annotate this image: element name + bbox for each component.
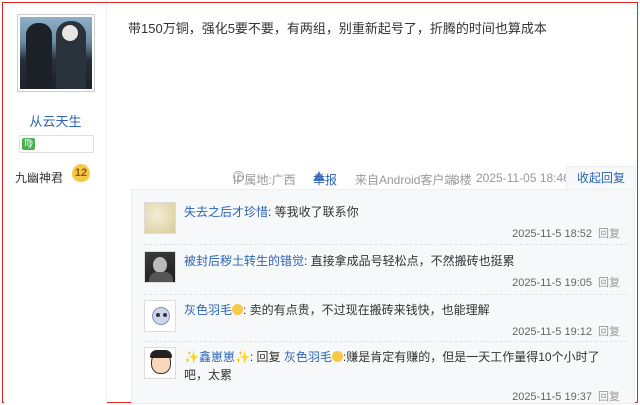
comment-item: 失去之后才珍惜: 等我收了联系你 2025-11-5 18:52 回复 [144, 202, 630, 242]
comment-item: ✨鑫崽崽✨: 回复 灰色羽毛:赚是肯定有赚的，但是一天工作量得10个小时了 吧，… [144, 347, 630, 403]
comment-time: 2025-11-5 19:05 [512, 277, 592, 289]
comment-avatar[interactable] [144, 300, 176, 332]
comment-item: 被封后秽土转生的错觉: 直接拿成品号轻松点，不然搬砖也挺累 2025-11-5 … [144, 251, 630, 291]
comment-meta: 2025-11-5 19:05 回复 [512, 274, 620, 290]
help-icon[interactable]: ? [233, 171, 244, 182]
comment-user[interactable]: 灰色羽毛 [184, 303, 232, 317]
comment-text: ✨鑫崽崽✨: 回复 灰色羽毛:赚是肯定有赚的，但是一天工作量得10个小时了 吧，… [184, 350, 600, 382]
comment-text: 失去之后才珍惜: 等我收了联系你 [184, 205, 359, 219]
author-username[interactable]: 从云天生 [4, 111, 107, 130]
virgo-icon: ♍ [22, 138, 35, 150]
client-link[interactable]: 来自Android客户端 [355, 171, 456, 188]
comment-avatar[interactable] [144, 347, 176, 379]
post-tail: IP属地:广西 ? 举报 来自Android客户端 3楼 2025-11-05 … [233, 171, 570, 188]
comment-time: 2025-11-5 19:37 [512, 391, 592, 403]
divider [144, 294, 628, 295]
avatar-image [20, 17, 92, 89]
reply-button[interactable]: 回复 [598, 326, 620, 338]
post-content: 带150万铜，强化5要不要，有两组，别重新起号了，折腾的时间也算成本 [128, 21, 547, 36]
divider [144, 244, 628, 245]
author-panel: 从云天生 ♍ 九幽神君 12 [4, 4, 107, 403]
reply-target-user[interactable]: 灰色羽毛 [284, 350, 332, 364]
comment-user[interactable]: 被封后秽土转生的错觉 [184, 254, 304, 268]
comment-user[interactable]: ✨鑫崽崽✨ [184, 350, 250, 364]
forum-title: 九幽神君 [15, 171, 64, 185]
reply-button[interactable]: 回复 [598, 228, 620, 240]
reply-button[interactable]: 回复 [598, 391, 620, 403]
floor-number: 3楼 [453, 173, 472, 187]
divider [144, 341, 628, 342]
comment-list: 失去之后才珍惜: 等我收了联系你 2025-11-5 18:52 回复 被封后秽土… [131, 189, 635, 404]
comment-item: 灰色羽毛: 卖的有点贵，不过现在搬砖来钱快，也能理解 2025-11-5 19:… [144, 300, 630, 340]
comment-text: 被封后秽土转生的错觉: 直接拿成品号轻松点，不然搬砖也挺累 [184, 254, 515, 268]
emoji-icon [331, 351, 343, 362]
zodiac-badge[interactable]: ♍ [19, 135, 94, 153]
comment-meta: 2025-11-5 18:52 回复 [512, 225, 620, 241]
comment-user[interactable]: 失去之后才珍惜 [184, 205, 268, 219]
comment-meta: 2025-11-5 19:12 回复 [512, 323, 620, 339]
comment-time: 2025-11-5 19:12 [512, 326, 592, 338]
comment-time: 2025-11-5 18:52 [512, 228, 592, 240]
author-avatar[interactable] [17, 14, 95, 92]
level-badge[interactable]: 12 [72, 164, 90, 182]
reply-button[interactable]: 回复 [598, 277, 620, 289]
emoji-icon [232, 304, 244, 315]
comment-avatar[interactable] [144, 202, 176, 234]
post-frame: 从云天生 ♍ 九幽神君 12 带150万铜，强化5要不要，有两组，别重新起号了，… [2, 2, 638, 404]
post-time: 2025-11-05 18:46 [476, 171, 570, 185]
comment-meta: 2025-11-5 19:37 回复 [512, 388, 620, 404]
comment-avatar[interactable] [144, 251, 176, 283]
collapse-replies-button[interactable]: 收起回复 [566, 166, 636, 189]
comment-text: 灰色羽毛: 卖的有点贵，不过现在搬砖来钱快，也能理解 [184, 303, 490, 317]
